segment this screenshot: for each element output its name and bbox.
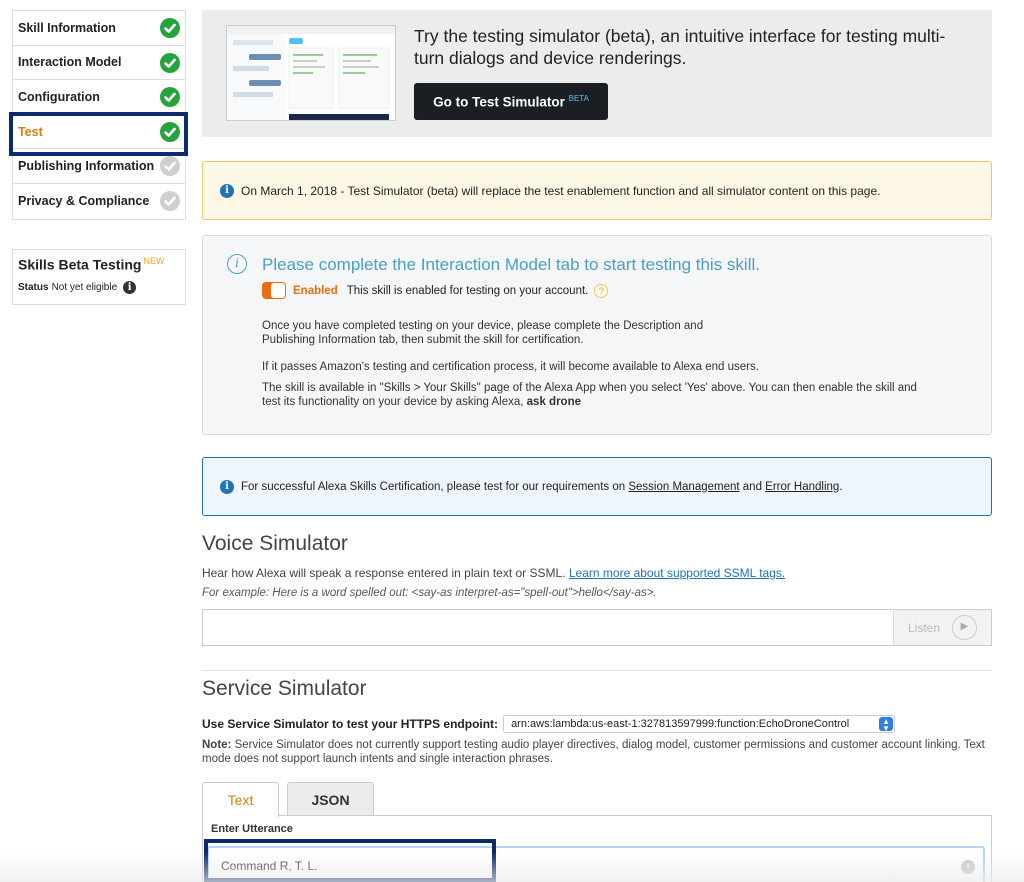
utterance-label: Enter Utterance	[211, 823, 293, 835]
sidebar-item-skill-information[interactable]: Skill Information	[13, 11, 185, 46]
section-divider	[202, 670, 992, 671]
go-to-test-simulator-button[interactable]: Go to Test Simulator BETA	[414, 83, 608, 120]
voice-simulator-desc-text: Hear how Alexa will speak a response ent…	[202, 566, 566, 580]
panel-paragraph-3-text: The skill is available in "Skills > Your…	[262, 382, 917, 408]
sidebar-item-test[interactable]: Test	[13, 115, 185, 150]
note-text: Service Simulator does not currently sup…	[202, 739, 985, 765]
certification-info: i For successful Alexa Skills Certificat…	[202, 457, 992, 516]
beta-badge: BETA	[568, 93, 589, 103]
voice-simulator-input-box: Listen ▶	[202, 609, 992, 646]
sidebar-item-label: Skill Information	[18, 20, 116, 35]
promo-text: Try the testing simulator (beta), an int…	[414, 26, 946, 68]
toggle-description: This skill is enabled for testing on you…	[346, 284, 589, 297]
endpoint-value: arn:aws:lambda:us-east-1:327813597999:fu…	[511, 718, 850, 730]
utterance-input-box: ×	[207, 846, 985, 882]
skills-beta-testing-box: Skills Beta Testing NEW Status Not yet el…	[12, 249, 186, 305]
note-label: Note:	[202, 739, 232, 751]
deprecation-warning: i On March 1, 2018 - Test Simulator (bet…	[202, 161, 992, 220]
sidebar-item-label: Test	[18, 124, 43, 139]
invocation-phrase: ask drone	[526, 396, 581, 408]
voice-simulator-input[interactable]	[203, 610, 893, 645]
play-icon: ▶	[952, 615, 978, 640]
error-handling-link[interactable]: Error Handling	[765, 481, 839, 493]
testing-toggle-row: Enabled This skill is enabled for testin…	[262, 282, 609, 299]
new-badge: NEW	[143, 256, 165, 266]
tab-text[interactable]: Text	[202, 782, 279, 817]
cert-text-before: For successful Alexa Skills Certificatio…	[241, 480, 626, 493]
service-simulator-title: Service Simulator	[202, 677, 367, 700]
select-arrows-icon: ▲ ▼	[879, 717, 894, 733]
check-circle-icon	[160, 87, 180, 108]
listen-button[interactable]: Listen ▶	[893, 610, 991, 645]
panel-paragraph-1: Once you have completed testing on your …	[262, 320, 704, 346]
beta-status-label: Status	[18, 281, 49, 293]
endpoint-select[interactable]: arn:aws:lambda:us-east-1:327813597999:fu…	[503, 715, 896, 733]
endpoint-label: Use Service Simulator to test your HTTPS…	[202, 717, 499, 731]
help-icon[interactable]: ?	[594, 283, 609, 298]
check-circle-icon	[160, 121, 180, 142]
sidebar-item-configuration[interactable]: Configuration	[13, 80, 185, 115]
text-tab-panel: Enter Utterance ×	[202, 815, 992, 882]
panel-heading: Please complete the Interaction Model ta…	[262, 255, 760, 274]
panel-paragraph-3: The skill is available in "Skills > Your…	[262, 381, 932, 409]
beta-status-value: Not yet eligible	[51, 281, 118, 293]
service-simulator-note: Note: Service Simulator does not current…	[202, 738, 992, 766]
voice-simulator-title: Voice Simulator	[202, 532, 348, 555]
listen-label: Listen	[907, 620, 941, 635]
clear-icon[interactable]: ×	[961, 860, 975, 874]
sidebar-item-label: Interaction Model	[18, 55, 122, 70]
check-circle-icon	[160, 190, 180, 211]
panel-paragraph-2: If it passes Amazon's testing and certif…	[262, 361, 759, 373]
voice-simulator-description: Hear how Alexa will speak a response ent…	[202, 566, 785, 580]
sidebar-item-label: Configuration	[18, 89, 100, 104]
promo-button-label: Go to Test Simulator	[433, 94, 565, 110]
toggle-knob	[271, 283, 285, 298]
testing-enabled-toggle[interactable]	[262, 282, 286, 299]
ssml-example: For example: Here is a word spelled out:…	[202, 587, 657, 599]
warning-text: On March 1, 2018 - Test Simulator (beta)…	[241, 183, 881, 198]
sidebar-item-label: Publishing Information	[18, 159, 155, 174]
test-enablement-panel: i Please complete the Interaction Model …	[202, 235, 992, 435]
info-icon: i	[220, 183, 234, 198]
beta-title-text: Skills Beta Testing	[18, 256, 142, 273]
ssml-tags-link[interactable]: Learn more about supported SSML tags.	[569, 566, 785, 580]
sidebar-item-interaction-model[interactable]: Interaction Model	[13, 46, 185, 81]
tab-json[interactable]: JSON	[287, 782, 374, 816]
check-circle-icon	[160, 52, 180, 73]
utterance-input[interactable]	[209, 848, 949, 882]
check-circle-icon	[160, 18, 180, 38]
cert-text-mid: and	[742, 480, 762, 493]
toggle-label: Enabled	[293, 284, 338, 297]
beta-title: Skills Beta Testing NEW	[18, 256, 180, 273]
sidebar-item-privacy-compliance[interactable]: Privacy & Compliance	[13, 184, 185, 219]
cert-text-after: .	[839, 480, 843, 493]
info-outline-icon: i	[227, 254, 247, 274]
info-icon[interactable]: i	[123, 280, 137, 294]
simulator-promo-banner: Try the testing simulator (beta), an int…	[202, 10, 992, 137]
sidebar-nav: Skill Information Interaction Model Conf…	[12, 10, 186, 220]
sidebar-item-label: Privacy & Compliance	[18, 194, 150, 209]
endpoint-row: Use Service Simulator to test your HTTPS…	[202, 715, 896, 733]
sidebar-item-publishing-information[interactable]: Publishing Information	[13, 149, 185, 184]
info-icon: i	[220, 479, 234, 494]
session-management-link[interactable]: Session Management	[628, 481, 739, 493]
beta-status: Status Not yet eligible i	[18, 280, 180, 294]
simulator-preview-image	[226, 25, 396, 121]
check-circle-icon	[160, 156, 180, 177]
